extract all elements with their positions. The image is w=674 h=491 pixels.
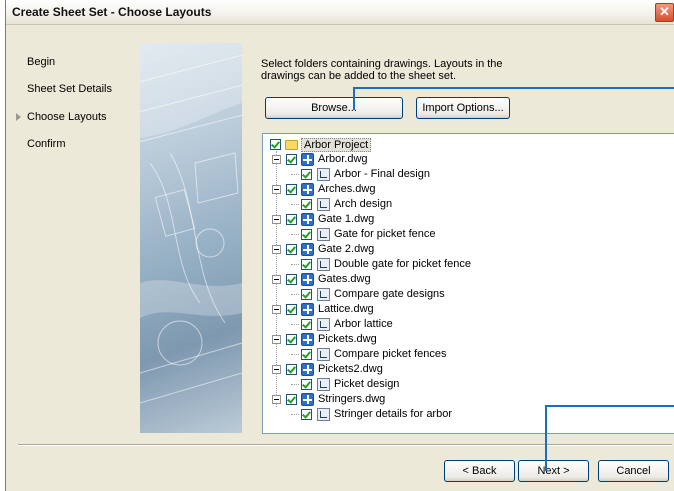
layout-checkbox[interactable]	[301, 169, 312, 180]
tree-connector	[291, 234, 299, 235]
collapse-icon[interactable]	[272, 275, 281, 284]
step-sheet-set-details: Sheet Set Details	[27, 83, 112, 95]
callout-line	[545, 405, 674, 407]
browse-button[interactable]: Browse...	[265, 97, 403, 119]
layout-label[interactable]: Arbor lattice	[334, 318, 393, 330]
step-choose-layouts: Choose Layouts	[16, 111, 107, 123]
callout-line	[545, 405, 547, 471]
layout-label[interactable]: Arbor - Final design	[334, 168, 430, 180]
drawing-checkbox[interactable]	[286, 334, 297, 345]
import-options-button[interactable]: Import Options...	[416, 97, 510, 119]
drawing-label[interactable]: Stringers.dwg	[318, 393, 385, 405]
drawing-checkbox[interactable]	[286, 184, 297, 195]
layout-checkbox[interactable]	[301, 349, 312, 360]
close-icon[interactable]: ✕	[655, 3, 674, 22]
folder-icon	[285, 140, 298, 150]
layout-checkbox[interactable]	[301, 409, 312, 420]
drawing-label[interactable]: Arches.dwg	[318, 183, 375, 195]
layout-checkbox[interactable]	[301, 289, 312, 300]
tree-connector	[291, 414, 299, 415]
drawing-label[interactable]: Pickets.dwg	[318, 333, 377, 345]
collapse-icon[interactable]	[272, 245, 281, 254]
layout-checkbox[interactable]	[301, 229, 312, 240]
drawing-checkbox[interactable]	[286, 394, 297, 405]
drawing-label[interactable]: Gates.dwg	[318, 273, 371, 285]
tree-connector	[291, 264, 299, 265]
layout-icon	[317, 288, 330, 301]
drawing-label[interactable]: Pickets2.dwg	[318, 363, 383, 375]
layout-icon	[317, 348, 330, 361]
cancel-button[interactable]: Cancel	[598, 460, 669, 482]
tree-connector	[291, 204, 299, 205]
step-confirm: Confirm	[27, 138, 66, 150]
drawings-tree[interactable]: Arbor Project Arbor.dwg Arbor - Final de…	[262, 133, 674, 434]
tree-connector	[291, 174, 299, 175]
collapse-icon[interactable]	[272, 335, 281, 344]
drawing-checkbox[interactable]	[286, 364, 297, 375]
drawing-checkbox[interactable]	[286, 304, 297, 315]
drawing-label[interactable]: Gate 1.dwg	[318, 213, 374, 225]
title-bar[interactable]: Create Sheet Set - Choose Layouts ✕	[6, 0, 674, 25]
blueprint-banner-image	[140, 43, 242, 433]
instructions-text: Select folders containing drawings. Layo…	[261, 58, 503, 82]
tree-connector	[291, 294, 299, 295]
tree-connector	[291, 384, 299, 385]
tree-connector	[291, 324, 299, 325]
layout-icon	[317, 198, 330, 211]
drawing-label[interactable]: Lattice.dwg	[318, 303, 374, 315]
collapse-icon[interactable]	[272, 305, 281, 314]
layout-icon	[317, 228, 330, 241]
collapse-icon[interactable]	[272, 215, 281, 224]
window-title: Create Sheet Set - Choose Layouts	[12, 5, 212, 19]
create-sheet-set-dialog: Create Sheet Set - Choose Layouts ✕ Begi…	[5, 0, 674, 491]
drawing-label[interactable]: Gate 2.dwg	[318, 243, 374, 255]
layout-label[interactable]: Arch design	[334, 198, 392, 210]
tree-connector	[291, 354, 299, 355]
callout-line	[353, 87, 355, 110]
root-checkbox[interactable]	[270, 139, 281, 150]
drawing-file-icon	[301, 303, 314, 316]
drawing-file-icon	[301, 333, 314, 346]
drawing-checkbox[interactable]	[286, 154, 297, 165]
collapse-icon[interactable]	[272, 365, 281, 374]
drawing-checkbox[interactable]	[286, 244, 297, 255]
footer-separator	[18, 444, 672, 446]
layout-icon	[317, 258, 330, 271]
collapse-icon[interactable]	[272, 395, 281, 404]
layout-label[interactable]: Stringer details for arbor	[334, 408, 452, 420]
drawing-file-icon	[301, 273, 314, 286]
next-button[interactable]: Next >	[518, 460, 589, 482]
layout-checkbox[interactable]	[301, 379, 312, 390]
drawing-file-icon	[301, 243, 314, 256]
drawing-file-icon	[301, 153, 314, 166]
layout-icon	[317, 318, 330, 331]
step-begin: Begin	[27, 56, 56, 68]
collapse-icon[interactable]	[272, 155, 281, 164]
layout-label[interactable]: Compare gate designs	[334, 288, 445, 300]
callout-line	[353, 87, 674, 89]
layout-icon	[317, 168, 330, 181]
drawing-file-icon	[301, 393, 314, 406]
layout-label[interactable]: Gate for picket fence	[334, 228, 436, 240]
drawing-checkbox[interactable]	[286, 274, 297, 285]
layout-icon	[317, 378, 330, 391]
layout-label[interactable]: Compare picket fences	[334, 348, 447, 360]
layout-label[interactable]: Picket design	[334, 378, 399, 390]
tree-root-label[interactable]: Arbor Project	[301, 138, 372, 152]
layout-label[interactable]: Double gate for picket fence	[334, 258, 471, 270]
layout-icon	[317, 408, 330, 421]
current-step-arrow-icon	[16, 113, 21, 121]
layout-checkbox[interactable]	[301, 259, 312, 270]
drawing-file-icon	[301, 213, 314, 226]
layout-checkbox[interactable]	[301, 199, 312, 210]
drawing-checkbox[interactable]	[286, 214, 297, 225]
drawing-label[interactable]: Arbor.dwg	[318, 153, 368, 165]
collapse-icon[interactable]	[272, 185, 281, 194]
drawing-file-icon	[301, 363, 314, 376]
layout-checkbox[interactable]	[301, 319, 312, 330]
back-button[interactable]: < Back	[444, 460, 515, 482]
step-choose-layouts-label: Choose Layouts	[27, 111, 107, 123]
drawing-file-icon	[301, 183, 314, 196]
